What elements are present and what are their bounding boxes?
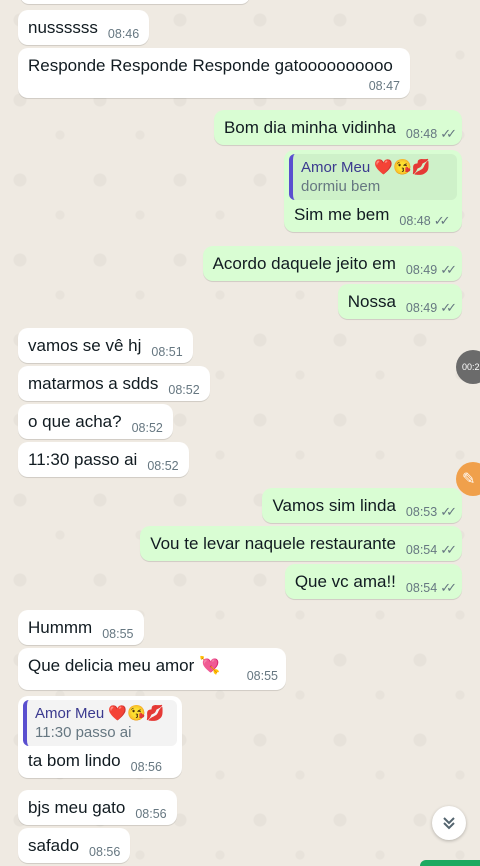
message-incoming[interactable]: nussssss 08:46 — [18, 10, 150, 45]
message-outgoing[interactable]: Nossa 08:49 ✓✓ — [337, 284, 462, 319]
scroll-down-button[interactable] — [432, 806, 466, 840]
read-ticks-icon: ✓✓ — [440, 126, 457, 141]
message-time: 08:49 — [405, 263, 438, 277]
message-outgoing[interactable]: Bom dia minha vidinha 08:48 ✓✓ — [213, 110, 462, 145]
message-incoming[interactable]: matarmos a sdds 08:52 — [18, 366, 210, 401]
message-time: 08:53 — [405, 505, 438, 519]
quote-author: Amor Meu ❤️😘💋 — [35, 705, 165, 722]
message-text: Acordo daquele jeito em — [212, 254, 396, 273]
read-ticks-icon: ✓✓ — [433, 213, 451, 228]
message-time: 08:47 — [368, 79, 400, 93]
double-chevron-down-icon — [443, 817, 455, 830]
quote-author: Amor Meu ❤️😘💋 — [301, 159, 431, 176]
message-text: Sim me bem — [294, 205, 390, 224]
message-text: Responde Responde Responde gatoooooooooo — [28, 56, 393, 75]
quote-text: dormiu bem — [301, 178, 381, 195]
message-outgoing[interactable]: Vamos sim linda 08:53 ✓✓ — [262, 488, 462, 523]
message-incoming[interactable]: safado 08:56 — [18, 828, 131, 863]
message-text: Vou te levar naquele restaurante — [150, 534, 396, 553]
message-text: o que acha? — [28, 412, 122, 431]
quote-text: 11:30 passo ai — [35, 724, 132, 741]
message-time: 08:54 — [405, 581, 438, 595]
message-time: 08:52 — [131, 421, 163, 435]
message-time: 08:52 — [168, 383, 200, 397]
read-ticks-icon: ✓✓ — [440, 300, 457, 315]
read-ticks-icon: ✓✓ — [440, 580, 457, 595]
message-outgoing[interactable]: Acordo daquele jeito em 08:49 ✓✓ — [202, 246, 462, 281]
message-text: Que delicia meu amor 💘 — [28, 656, 221, 675]
message-incoming[interactable]: vamos se vê hj 08:51 — [18, 328, 193, 363]
message-incoming[interactable]: Que delicia meu amor 💘 08:55 — [18, 648, 286, 690]
read-ticks-icon: ✓✓ — [440, 504, 457, 519]
message-incoming[interactable]: 11:30 passo ai 08:52 — [18, 442, 189, 477]
message-time: 08:49 — [405, 301, 438, 315]
message-incoming-reply[interactable]: Amor Meu ❤️😘💋 11:30 passo ai ta bom lind… — [18, 696, 182, 778]
message-time: 08:46 — [107, 27, 140, 41]
message-text: bjs meu gato — [28, 798, 126, 817]
message-text: Vamos sim linda — [272, 496, 396, 515]
message-time: 08:51 — [151, 345, 183, 359]
message-text: Bom dia minha vidinha — [223, 118, 396, 137]
message-text: 11:30 passo ai — [28, 450, 138, 469]
message-incoming[interactable]: Responde Responde Responde gatoooooooooo… — [18, 48, 410, 98]
video-timestamp: 00:2 — [462, 362, 480, 372]
message-time: 08:52 — [147, 459, 179, 473]
bottom-accent — [420, 860, 480, 866]
message-incoming[interactable]: o que acha? 08:52 — [18, 404, 173, 439]
message-outgoing[interactable]: Vou te levar naquele restaurante 08:54 ✓✓ — [140, 526, 462, 561]
message-text: vamos se vê hj — [28, 336, 142, 355]
message-text: nussssss — [28, 18, 98, 37]
message-text: matarmos a sdds — [28, 374, 159, 393]
message-outgoing[interactable]: Que vc ama!! 08:54 ✓✓ — [284, 564, 462, 599]
quoted-message[interactable]: Amor Meu ❤️😘💋 11:30 passo ai — [23, 700, 177, 746]
message-text: ta bom lindo — [28, 751, 121, 770]
message-text: Nossa — [347, 292, 396, 311]
message-time: 08:48 — [399, 214, 431, 228]
read-ticks-icon: ✓✓ — [440, 542, 457, 557]
message-text: Hummm — [28, 618, 93, 637]
message-time: 08:48 — [405, 127, 438, 141]
message-time: 08:55 — [102, 627, 134, 641]
message-time: 08:56 — [89, 845, 121, 859]
message-incoming[interactable]: bjs meu gato 08:56 — [18, 790, 177, 825]
message-time: 08:56 — [135, 807, 167, 821]
pencil-icon: ✎ — [462, 471, 476, 488]
message-bubble-partial[interactable] — [20, 0, 250, 4]
message-time: 08:54 — [405, 543, 438, 557]
message-time: 08:56 — [130, 760, 162, 774]
message-time: 08:55 — [246, 669, 278, 683]
message-text: safado — [28, 836, 80, 855]
quoted-message[interactable]: Amor Meu ❤️😘💋 dormiu bem — [289, 154, 457, 200]
message-outgoing-reply[interactable]: Amor Meu ❤️😘💋 dormiu bem Sim me bem 08:48… — [284, 150, 462, 232]
message-incoming[interactable]: Hummm 08:55 — [18, 610, 144, 645]
read-ticks-icon: ✓✓ — [440, 262, 457, 277]
message-text: Que vc ama!! — [294, 572, 396, 591]
